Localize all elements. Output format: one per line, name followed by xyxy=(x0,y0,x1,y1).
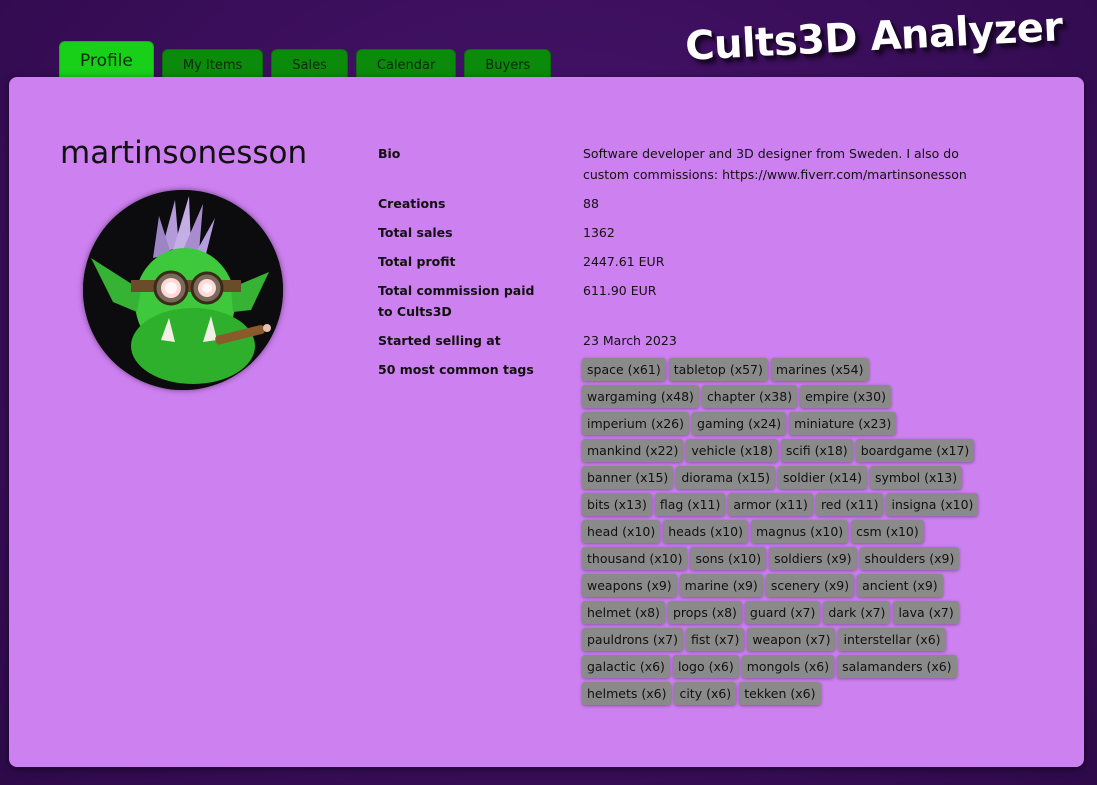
total-profit-label: Total profit xyxy=(378,254,456,269)
tag-chip: helmet (x8) xyxy=(582,601,665,624)
tab-profile[interactable]: Profile xyxy=(59,41,154,79)
tag-row: head (x10) heads (x10) magnus (x10) csm (x1… xyxy=(582,520,1002,543)
tag-row: helmets (x6) city (x6) tekken (x6) xyxy=(582,682,1002,705)
tag-chip: diorama (x15) xyxy=(676,466,776,489)
tag-chip: chapter (x38) xyxy=(701,385,798,408)
tag-chip: space (x61) xyxy=(582,358,666,381)
tag-row: weapons (x9) marine (x9) scenery (x9) ancie… xyxy=(582,574,1002,597)
tag-list: space (x61) tabletop (x57) marines (x54) wa… xyxy=(582,358,1002,705)
tag-chip: mongols (x6) xyxy=(741,655,835,678)
tag-chip: tabletop (x57) xyxy=(668,358,768,381)
total-sales-label: Total sales xyxy=(378,225,453,240)
tag-chip: helmets (x6) xyxy=(582,682,672,705)
tag-chip: lava (x7) xyxy=(893,601,959,624)
commission-label: Total commission paid to Cults3D xyxy=(378,283,535,319)
tag-row: wargaming (x48) chapter (x38) empire (x30) xyxy=(582,385,1002,408)
tag-chip: fist (x7) xyxy=(685,628,745,651)
common-tags-label: 50 most common tags xyxy=(378,362,534,377)
commission-value: 611.90 EUR xyxy=(583,283,657,298)
tag-chip: city (x6) xyxy=(674,682,737,705)
tag-chip: ancient (x9) xyxy=(857,574,943,597)
tag-row: pauldrons (x7) fist (x7) weapon (x7) inters… xyxy=(582,628,1002,651)
tab-buyers[interactable]: Buyers xyxy=(464,49,552,79)
tag-chip: head (x10) xyxy=(582,520,661,543)
tag-chip: salamanders (x6) xyxy=(837,655,957,678)
orc-avatar-icon xyxy=(83,190,283,390)
tab-sales[interactable]: Sales xyxy=(271,49,348,79)
tag-chip: symbol (x13) xyxy=(869,466,963,489)
tag-chip: weapon (x7) xyxy=(747,628,836,651)
total-profit-value: 2447.61 EUR xyxy=(583,254,665,269)
bio-value: Software developer and 3D designer from … xyxy=(583,146,967,182)
tag-row: bits (x13) flag (x11) armor (x11) red (x11)… xyxy=(582,493,1002,516)
tag-row: imperium (x26) gaming (x24) miniature (x23… xyxy=(582,412,1002,435)
tag-chip: red (x11) xyxy=(815,493,884,516)
tag-chip: mankind (x22) xyxy=(582,439,684,462)
total-sales-value: 1362 xyxy=(583,225,615,240)
tag-chip: props (x8) xyxy=(667,601,742,624)
tab-my-items[interactable]: My Items xyxy=(161,49,264,79)
tag-row: thousand (x10) sons (x10) soldiers (x9) sho… xyxy=(582,547,1002,570)
tag-chip: sons (x10) xyxy=(690,547,767,570)
tag-chip: gaming (x24) xyxy=(692,412,787,435)
creations-value: 88 xyxy=(583,196,599,211)
tag-chip: marine (x9) xyxy=(679,574,763,597)
tab-calendar[interactable]: Calendar xyxy=(355,49,457,79)
tag-chip: soldiers (x9) xyxy=(769,547,857,570)
tag-chip: tekken (x6) xyxy=(739,682,821,705)
tag-chip: shoulders (x9) xyxy=(859,547,960,570)
tag-chip: armor (x11) xyxy=(728,493,813,516)
tag-chip: thousand (x10) xyxy=(582,547,688,570)
tag-chip: marines (x54) xyxy=(770,358,869,381)
tag-row: galactic (x6) logo (x6) mongols (x6) salama… xyxy=(582,655,1002,678)
tag-chip: vehicle (x18) xyxy=(686,439,778,462)
tag-chip: guard (x7) xyxy=(744,601,821,624)
creations-label: Creations xyxy=(378,196,446,211)
tag-row: space (x61) tabletop (x57) marines (x54) xyxy=(582,358,1002,381)
tag-row: helmet (x8) props (x8) guard (x7) dark (x7)… xyxy=(582,601,1002,624)
tag-chip: interstellar (x6) xyxy=(838,628,946,651)
tag-chip: soldier (x14) xyxy=(778,466,867,489)
tag-row: mankind (x22) vehicle (x18) scifi (x18) boa… xyxy=(582,439,1002,462)
tag-chip: banner (x15) xyxy=(582,466,674,489)
tag-chip: weapons (x9) xyxy=(582,574,677,597)
tag-row: banner (x15) diorama (x15) soldier (x14) sy… xyxy=(582,466,1002,489)
tab-bar: Profile My Items Sales Calendar Buyers xyxy=(59,39,552,79)
tag-chip: pauldrons (x7) xyxy=(582,628,683,651)
tag-chip: magnus (x10) xyxy=(751,520,849,543)
tag-chip: wargaming (x48) xyxy=(582,385,699,408)
tag-chip: scenery (x9) xyxy=(765,574,855,597)
profile-panel: martinsonesson Bio Software developer an… xyxy=(9,77,1084,767)
tag-chip: galactic (x6) xyxy=(582,655,670,678)
bio-label: Bio xyxy=(378,146,401,161)
avatar xyxy=(83,190,283,390)
tag-chip: miniature (x23) xyxy=(789,412,897,435)
tag-chip: csm (x10) xyxy=(851,520,924,543)
username: martinsonesson xyxy=(60,135,308,171)
tag-chip: dark (x7) xyxy=(823,601,891,624)
started-selling-label: Started selling at xyxy=(378,333,501,348)
tag-chip: empire (x30) xyxy=(800,385,891,408)
tag-chip: bits (x13) xyxy=(582,493,652,516)
tag-chip: flag (x11) xyxy=(654,493,726,516)
app-title: Cults3D Analyzer xyxy=(684,4,1064,70)
tag-chip: imperium (x26) xyxy=(582,412,690,435)
tag-chip: boardgame (x17) xyxy=(855,439,975,462)
tag-chip: heads (x10) xyxy=(663,520,748,543)
started-selling-value: 23 March 2023 xyxy=(583,333,677,348)
tag-chip: logo (x6) xyxy=(672,655,739,678)
tag-chip: scifi (x18) xyxy=(780,439,853,462)
tag-chip: insigna (x10) xyxy=(886,493,979,516)
